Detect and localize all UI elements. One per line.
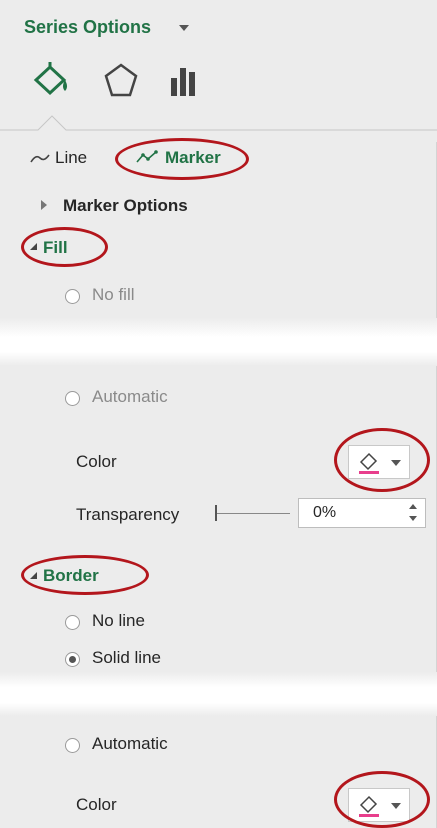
border-label: Border bbox=[43, 566, 99, 585]
paint-bucket-icon bbox=[359, 795, 379, 817]
bar-chart-icon[interactable] bbox=[168, 62, 202, 100]
radio-no-line[interactable] bbox=[65, 615, 80, 630]
fill-color-button[interactable] bbox=[348, 445, 410, 479]
slider-track[interactable] bbox=[217, 513, 290, 514]
paint-bucket-icon bbox=[359, 452, 379, 474]
subtab-marker-label: Marker bbox=[165, 148, 221, 167]
series-options-title: Series Options bbox=[24, 17, 152, 37]
border-automatic-label: Automatic bbox=[92, 734, 168, 753]
cropped-gap bbox=[0, 318, 437, 366]
paint-bucket-icon[interactable] bbox=[30, 62, 72, 100]
solid-line-label: Solid line bbox=[92, 648, 161, 667]
radio-solid-line[interactable] bbox=[65, 652, 80, 667]
marker-options-label: Marker Options bbox=[63, 196, 188, 215]
radio-no-fill[interactable] bbox=[65, 289, 80, 304]
border-color-button[interactable] bbox=[348, 788, 410, 822]
radio-border-automatic[interactable] bbox=[65, 738, 80, 753]
line-icon bbox=[30, 154, 50, 163]
radio-fill-automatic[interactable] bbox=[65, 391, 80, 406]
transparency-label: Transparency bbox=[76, 505, 180, 524]
subtab-line-label: Line bbox=[55, 148, 88, 167]
pentagon-icon[interactable] bbox=[102, 62, 140, 100]
transparency-spinner[interactable]: 0% bbox=[298, 498, 426, 528]
border-color-label: Color bbox=[76, 795, 117, 814]
no-fill-label: No fill bbox=[92, 285, 135, 304]
expanded-chevron-icon bbox=[30, 243, 37, 250]
expanded-chevron-icon bbox=[30, 572, 37, 579]
fill-label: Fill bbox=[43, 238, 68, 257]
fill-color-label: Color bbox=[76, 452, 117, 471]
collapsed-chevron-icon bbox=[41, 200, 47, 210]
transparency-value: 0% bbox=[313, 504, 337, 521]
chevron-down-icon bbox=[391, 460, 401, 466]
marker-line-icon bbox=[136, 150, 158, 163]
spin-down-icon[interactable] bbox=[409, 516, 417, 521]
fill-automatic-label: Automatic bbox=[92, 387, 168, 406]
chevron-down-icon[interactable] bbox=[179, 25, 189, 31]
no-line-label: No line bbox=[92, 611, 145, 630]
tab-indicator bbox=[0, 115, 437, 131]
chevron-down-icon bbox=[391, 803, 401, 809]
spin-up-icon[interactable] bbox=[409, 504, 417, 509]
cropped-gap bbox=[0, 672, 437, 716]
